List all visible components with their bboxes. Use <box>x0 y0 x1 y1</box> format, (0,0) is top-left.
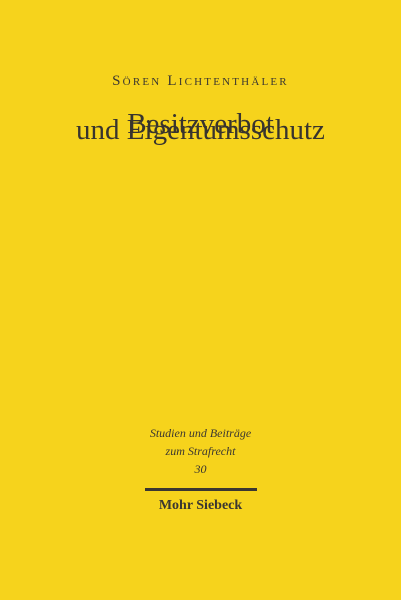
author-name: Sören Lichtenthäler <box>112 73 289 89</box>
series-number: 30 <box>194 462 207 476</box>
series-title-line-1: Studien und Beiträge <box>149 426 252 440</box>
title-line-2: und Eigentumsschutz <box>76 114 325 146</box>
publisher-name: Mohr Siebeck <box>158 498 243 513</box>
series-title-line-2: zum Strafrecht <box>165 444 236 458</box>
book-cover: Sören Lichtenthäler Besitzverbot und Eig… <box>0 0 401 600</box>
divider-rule <box>145 488 257 491</box>
